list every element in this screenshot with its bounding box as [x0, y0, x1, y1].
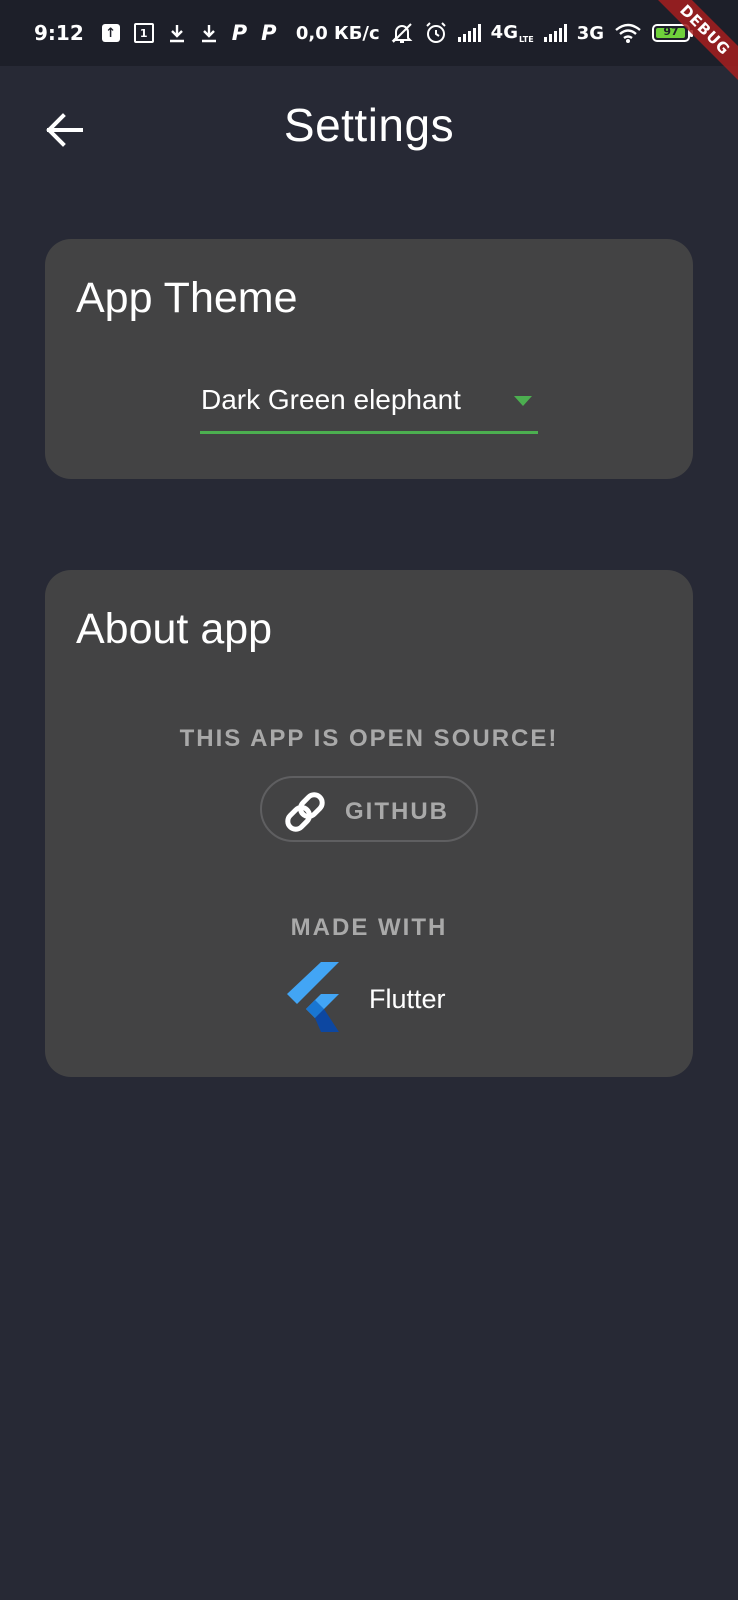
network-4g-label: 4G	[490, 21, 518, 43]
flutter-label: Flutter	[369, 984, 446, 1014]
p-app-notification-icon-2: P	[261, 21, 277, 45]
link-icon	[285, 792, 325, 832]
status-bar: 9:12 ↑ 1 P P 0,0 КБ/с 4GLTE 3G 97	[0, 0, 738, 66]
signal-strength-icon-2	[543, 24, 567, 42]
about-app-card: About app THIS APP IS OPEN SOURCE! GITHU…	[45, 570, 693, 1077]
wifi-icon	[614, 22, 642, 44]
p-app-notification-icon: P	[231, 21, 248, 45]
mute-notifications-icon	[390, 22, 414, 44]
github-label: GITHUB	[345, 798, 449, 825]
theme-dropdown-value: Dark Green elephant	[201, 384, 461, 415]
app-bar: Settings	[0, 66, 738, 196]
app-theme-title: App Theme	[76, 274, 298, 322]
sim-notification-icon: 1	[133, 23, 154, 43]
page-title: Settings	[283, 99, 455, 151]
github-button[interactable]: GITHUB	[260, 776, 478, 842]
network-4g-sublabel: LTE	[518, 35, 534, 45]
theme-dropdown[interactable]: Dark Green elephant	[200, 376, 538, 434]
status-time: 9:12	[34, 21, 84, 45]
download-icon-2	[200, 22, 218, 44]
network-speed: 0,0 КБ/с	[295, 22, 380, 44]
status-bar-left: 9:12 ↑ 1 P P	[34, 0, 277, 66]
download-icon	[168, 22, 186, 44]
about-app-title: About app	[76, 605, 273, 653]
network-type-4g: 4GLTE	[491, 22, 534, 45]
status-bar-right: 0,0 КБ/с 4GLTE 3G 97	[295, 0, 693, 66]
open-source-text: THIS APP IS OPEN SOURCE!	[179, 725, 559, 752]
alarm-icon	[424, 22, 448, 44]
settings-screen: 9:12 ↑ 1 P P 0,0 КБ/с 4GLTE 3G 97 DEBUG …	[0, 0, 738, 1600]
upload-notification-icon: ↑	[101, 24, 120, 42]
flutter-logo-icon	[287, 962, 339, 1032]
signal-strength-icon	[457, 24, 481, 42]
network-type-3g: 3G	[576, 22, 604, 44]
dropdown-arrow-icon	[514, 396, 532, 406]
made-with-text: MADE WITH	[290, 914, 448, 941]
app-theme-card: App Theme Dark Green elephant	[45, 239, 693, 479]
battery-level: 97	[663, 25, 679, 38]
